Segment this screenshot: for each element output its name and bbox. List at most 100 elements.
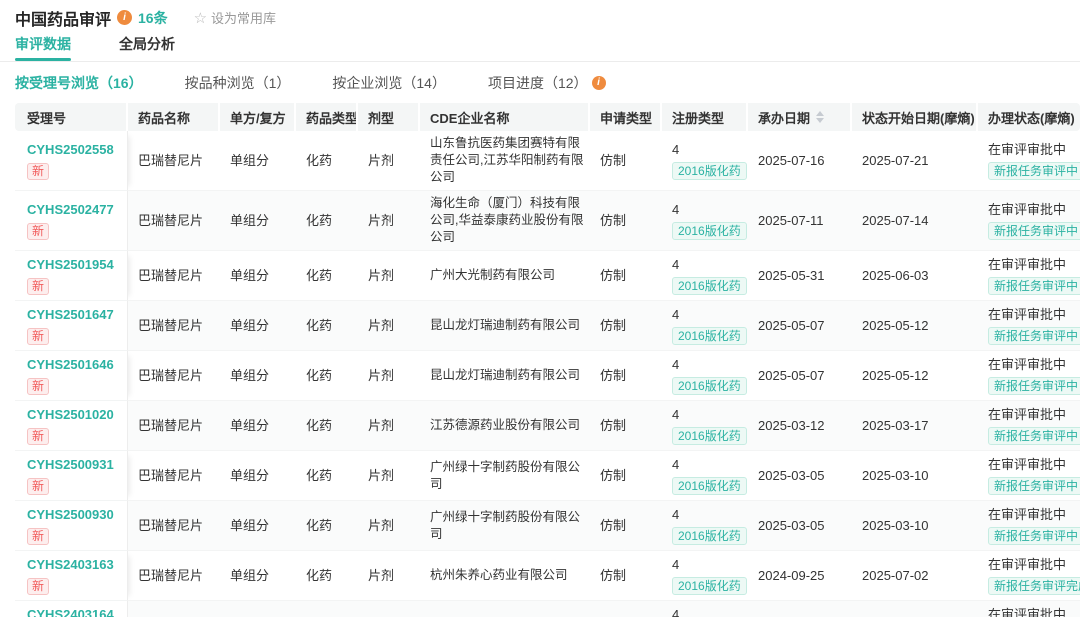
dosage-form-cell: 片剂 (358, 351, 420, 401)
registration-type-badge: 2016版化药 (672, 377, 747, 395)
status-badge: 新报任务审评中 (988, 162, 1080, 180)
registration-type-number: 4 (672, 356, 742, 373)
acceptance-number-link[interactable]: CYHS2500931 (27, 456, 121, 473)
handling-status-cell: 在审评审批中 新报任务审评中 (978, 301, 1080, 351)
handling-status-cell: 在审评审批中 新报任务审评中 (978, 401, 1080, 451)
table-row[interactable]: CYHS2501647 新 巴瑞替尼片 单组分 化药 片剂 昆山龙灯瑞迪制药有限… (15, 301, 1080, 351)
acceptance-number-link[interactable]: CYHS2501020 (27, 406, 121, 423)
acceptance-date-cell: 2025-05-07 (748, 301, 852, 351)
acceptance-number-link[interactable]: CYHS2403163 (27, 556, 121, 573)
status-start-date-cell: 2025-05-12 (852, 351, 978, 401)
compound-type-cell: 单组分 (220, 301, 296, 351)
acceptance-number-link[interactable]: CYHS2500930 (27, 506, 121, 523)
table-row[interactable]: CYHS2403163 新 巴瑞替尼片 单组分 化药 片剂 杭州朱养心药业有限公… (15, 551, 1080, 601)
application-type-cell: 仿制 (590, 191, 662, 251)
acceptance-number-link[interactable]: CYHS2501647 (27, 306, 121, 323)
table-row[interactable]: CYHS2502558 新 巴瑞替尼片 单组分 化药 片剂 山东鲁抗医药集团赛特… (15, 131, 1080, 191)
acceptance-no-cell: CYHS2501954 新 (15, 251, 128, 301)
acceptance-number-link[interactable]: CYHS2403164 (27, 606, 121, 617)
company-cell: 昆山龙灯瑞迪制药有限公司 (420, 351, 590, 401)
tab-global-analysis[interactable]: 全局分析 (119, 32, 175, 61)
dosage-form-cell: 片剂 (358, 551, 420, 601)
acceptance-date-cell: 2025-03-05 (748, 501, 852, 551)
handling-status-cell: 在审评审批中 新报任务审评完成 (978, 551, 1080, 601)
company-cell: 广州绿十字制药股份有限公司 (420, 451, 590, 501)
status-badge: 新报任务审评中 (988, 427, 1080, 445)
acceptance-number-link[interactable]: CYHS2501954 (27, 256, 121, 273)
col-label: 申请类型 (600, 108, 652, 127)
filter-project-progress[interactable]: 项目进度（12） i (488, 73, 606, 93)
col-label: CDE企业名称 (430, 108, 509, 127)
table-row[interactable]: CYHS2500931 新 巴瑞替尼片 单组分 化药 片剂 广州绿十字制药股份有… (15, 451, 1080, 501)
table-row[interactable]: CYHS2500930 新 巴瑞替尼片 单组分 化药 片剂 广州绿十字制药股份有… (15, 501, 1080, 551)
dosage-form-cell: 片剂 (358, 251, 420, 301)
dosage-form-cell: 片剂 (358, 451, 420, 501)
handling-status-cell: 在审评审批中 新报任务审评中 (978, 191, 1080, 251)
status-badge: 新报任务审评中 (988, 327, 1080, 345)
acceptance-date-cell: 2025-03-05 (748, 451, 852, 501)
status-text: 在审评审批中 (988, 606, 1074, 617)
info-icon[interactable]: i (592, 76, 606, 90)
filter-by-variety[interactable]: 按品种浏览（1） (185, 73, 291, 93)
registration-type-badge: 2016版化药 (672, 327, 747, 345)
compound-type-cell: 单组分 (220, 451, 296, 501)
table-row[interactable]: CYHS2501954 新 巴瑞替尼片 单组分 化药 片剂 广州大光制药有限公司… (15, 251, 1080, 301)
new-badge: 新 (27, 478, 49, 495)
company-cell: 杭州朱养心药业有限公司 (420, 551, 590, 601)
page-header: 中国药品审评 i 16条 ☆ 设为常用库 (0, 0, 1080, 32)
status-text: 在审评审批中 (988, 141, 1074, 158)
tab-review-data[interactable]: 审评数据 (15, 32, 71, 61)
drug-name-cell: 巴瑞替尼片 (128, 401, 220, 451)
col-label: 剂型 (368, 108, 394, 127)
application-type-cell: 仿制 (590, 451, 662, 501)
acceptance-date-cell: 2025-07-16 (748, 131, 852, 191)
sort-icon[interactable] (816, 111, 824, 123)
status-text: 在审评审批中 (988, 556, 1074, 573)
page-title: 中国药品审评 (15, 6, 111, 30)
drug-type-cell: 化药 (296, 551, 358, 601)
table-row[interactable]: CYHS2501020 新 巴瑞替尼片 单组分 化药 片剂 江苏德源药业股份有限… (15, 401, 1080, 451)
table-body: CYHS2502558 新 巴瑞替尼片 单组分 化药 片剂 山东鲁抗医药集团赛特… (15, 131, 1080, 617)
favorite-toggle[interactable]: ☆ 设为常用库 (194, 8, 276, 27)
registration-type-badge: 2016版化药 (672, 277, 747, 295)
col-label: 受理号 (27, 108, 66, 127)
registration-type-number: 4 (672, 201, 742, 218)
drug-type-cell: 化药 (296, 451, 358, 501)
status-badge: 新报任务审评中 (988, 377, 1080, 395)
status-badge: 新报任务审评中 (988, 277, 1080, 295)
drug-type-cell: 化药 (296, 301, 358, 351)
compound-type-cell: 单组分 (220, 191, 296, 251)
col-label: 药品类型 (306, 108, 358, 127)
drug-type-cell: 化药 (296, 401, 358, 451)
filter-project-progress-label: 项目进度（12） (488, 73, 588, 93)
acceptance-date-cell: 2024-09-25 (748, 551, 852, 601)
status-badge: 新报任务审评中 (988, 222, 1080, 240)
filter-by-company[interactable]: 按企业浏览（14） (332, 73, 446, 93)
registration-type-number: 4 (672, 606, 742, 617)
drug-name-cell: 巴瑞替尼片 (128, 551, 220, 601)
application-type-cell: 仿制 (590, 501, 662, 551)
registration-type-badge: 2016版化药 (672, 477, 747, 495)
handling-status-cell: 在审评审批中 新报任务审评中 (978, 351, 1080, 401)
info-icon[interactable]: i (117, 10, 132, 25)
dosage-form-cell: 片剂 (358, 301, 420, 351)
dosage-form-cell: 片剂 (358, 191, 420, 251)
application-type-cell: 仿制 (590, 351, 662, 401)
filter-by-acceptance-no[interactable]: 按受理号浏览（16） (15, 73, 143, 93)
company-cell: 江苏德源药业股份有限公司 (420, 401, 590, 451)
status-text: 在审评审批中 (988, 356, 1074, 373)
new-badge: 新 (27, 428, 49, 445)
table-row[interactable]: CYHS2403164 新 巴瑞替尼片 单组分 化药 片剂 杭州朱养心药业有限公… (15, 601, 1080, 617)
status-text: 在审评审批中 (988, 256, 1074, 273)
drug-name-cell: 巴瑞替尼片 (128, 351, 220, 401)
acceptance-number-link[interactable]: CYHS2502558 (27, 141, 121, 158)
table-row[interactable]: CYHS2502477 新 巴瑞替尼片 单组分 化药 片剂 海化生命（厦门）科技… (15, 191, 1080, 251)
col-acceptance-date: 承办日期 (748, 103, 852, 131)
col-status-start-date: 状态开始日期(摩熵) (852, 103, 978, 131)
acceptance-number-link[interactable]: CYHS2501646 (27, 356, 121, 373)
application-type-cell: 仿制 (590, 401, 662, 451)
status-start-date-cell: 2025-03-10 (852, 501, 978, 551)
table-row[interactable]: CYHS2501646 新 巴瑞替尼片 单组分 化药 片剂 昆山龙灯瑞迪制药有限… (15, 351, 1080, 401)
new-badge: 新 (27, 528, 49, 545)
acceptance-number-link[interactable]: CYHS2502477 (27, 201, 121, 218)
